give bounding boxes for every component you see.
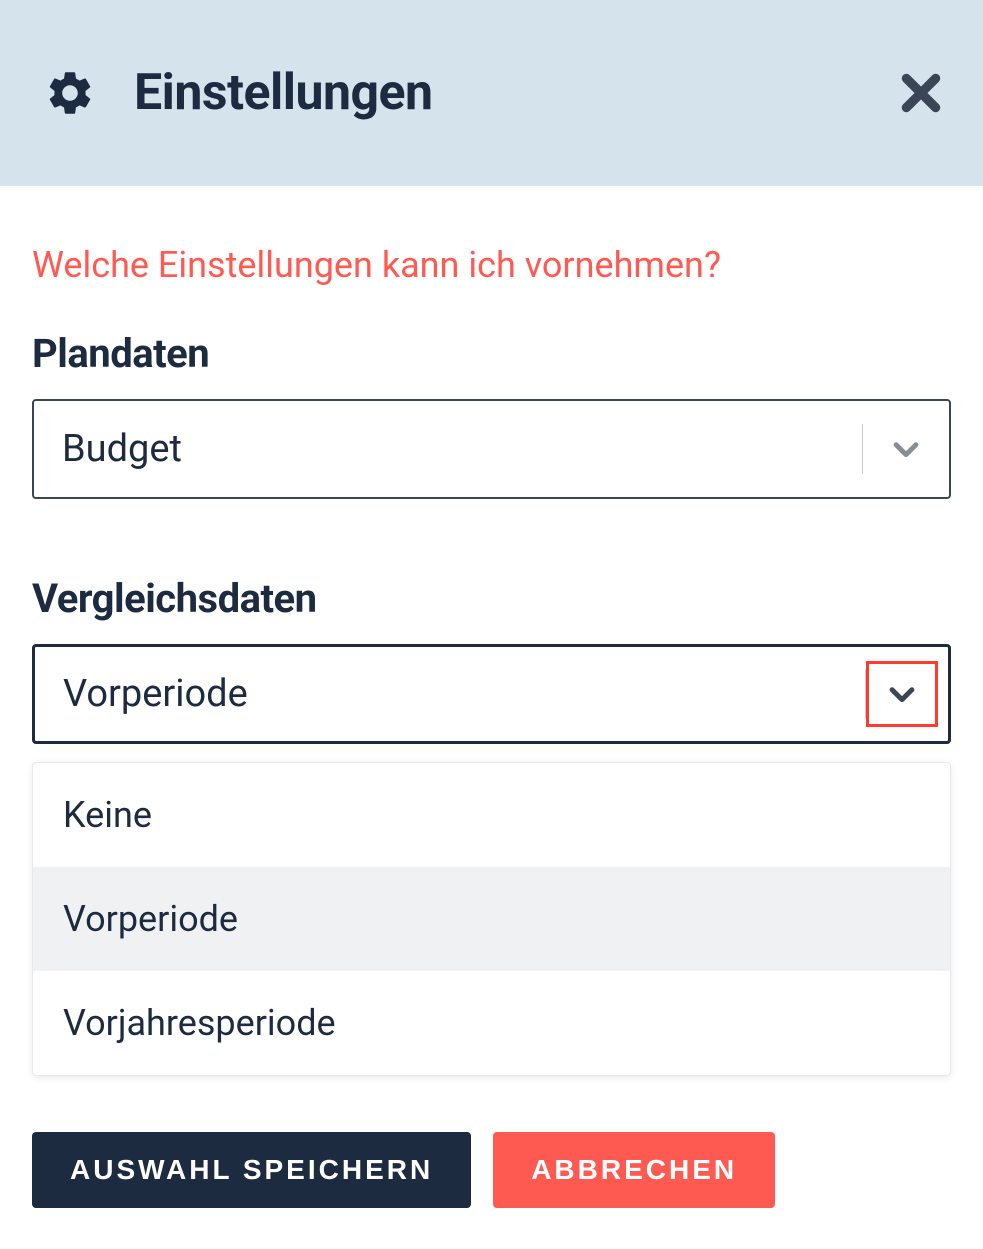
help-link[interactable]: Welche Einstellungen kann ich vornehmen? (32, 244, 951, 286)
header-left: Einstellungen (44, 64, 433, 122)
vergleichsdaten-select[interactable]: Vorperiode (32, 644, 951, 744)
content: Welche Einstellungen kann ich vornehmen?… (0, 186, 983, 1208)
cancel-button[interactable]: ABBRECHEN (493, 1132, 775, 1208)
chevron-wrap (863, 401, 949, 497)
save-button[interactable]: AUSWAHL SPEICHERN (32, 1132, 471, 1208)
plandaten-label: Plandaten (32, 330, 951, 377)
vergleichsdaten-dropdown: Keine Vorperiode Vorjahresperiode (32, 762, 951, 1076)
select-indicator (865, 647, 948, 741)
close-icon[interactable] (899, 71, 943, 115)
button-row: AUSWAHL SPEICHERN ABBRECHEN (32, 1132, 951, 1208)
chevron-down-icon (889, 432, 923, 466)
page-title: Einstellungen (134, 64, 433, 122)
header: Einstellungen (0, 0, 983, 186)
dropdown-option-vorperiode[interactable]: Vorperiode (33, 867, 950, 971)
select-indicator (862, 401, 949, 497)
gear-icon (44, 67, 96, 119)
chevron-down-icon (885, 677, 919, 711)
vergleichsdaten-label: Vergleichsdaten (32, 575, 951, 622)
dropdown-option-keine[interactable]: Keine (33, 763, 950, 867)
plandaten-value: Budget (62, 427, 182, 471)
dropdown-option-vorjahresperiode[interactable]: Vorjahresperiode (33, 971, 950, 1075)
plandaten-select[interactable]: Budget (32, 399, 951, 499)
chevron-highlight[interactable] (866, 661, 938, 727)
vergleichsdaten-value: Vorperiode (63, 672, 248, 716)
